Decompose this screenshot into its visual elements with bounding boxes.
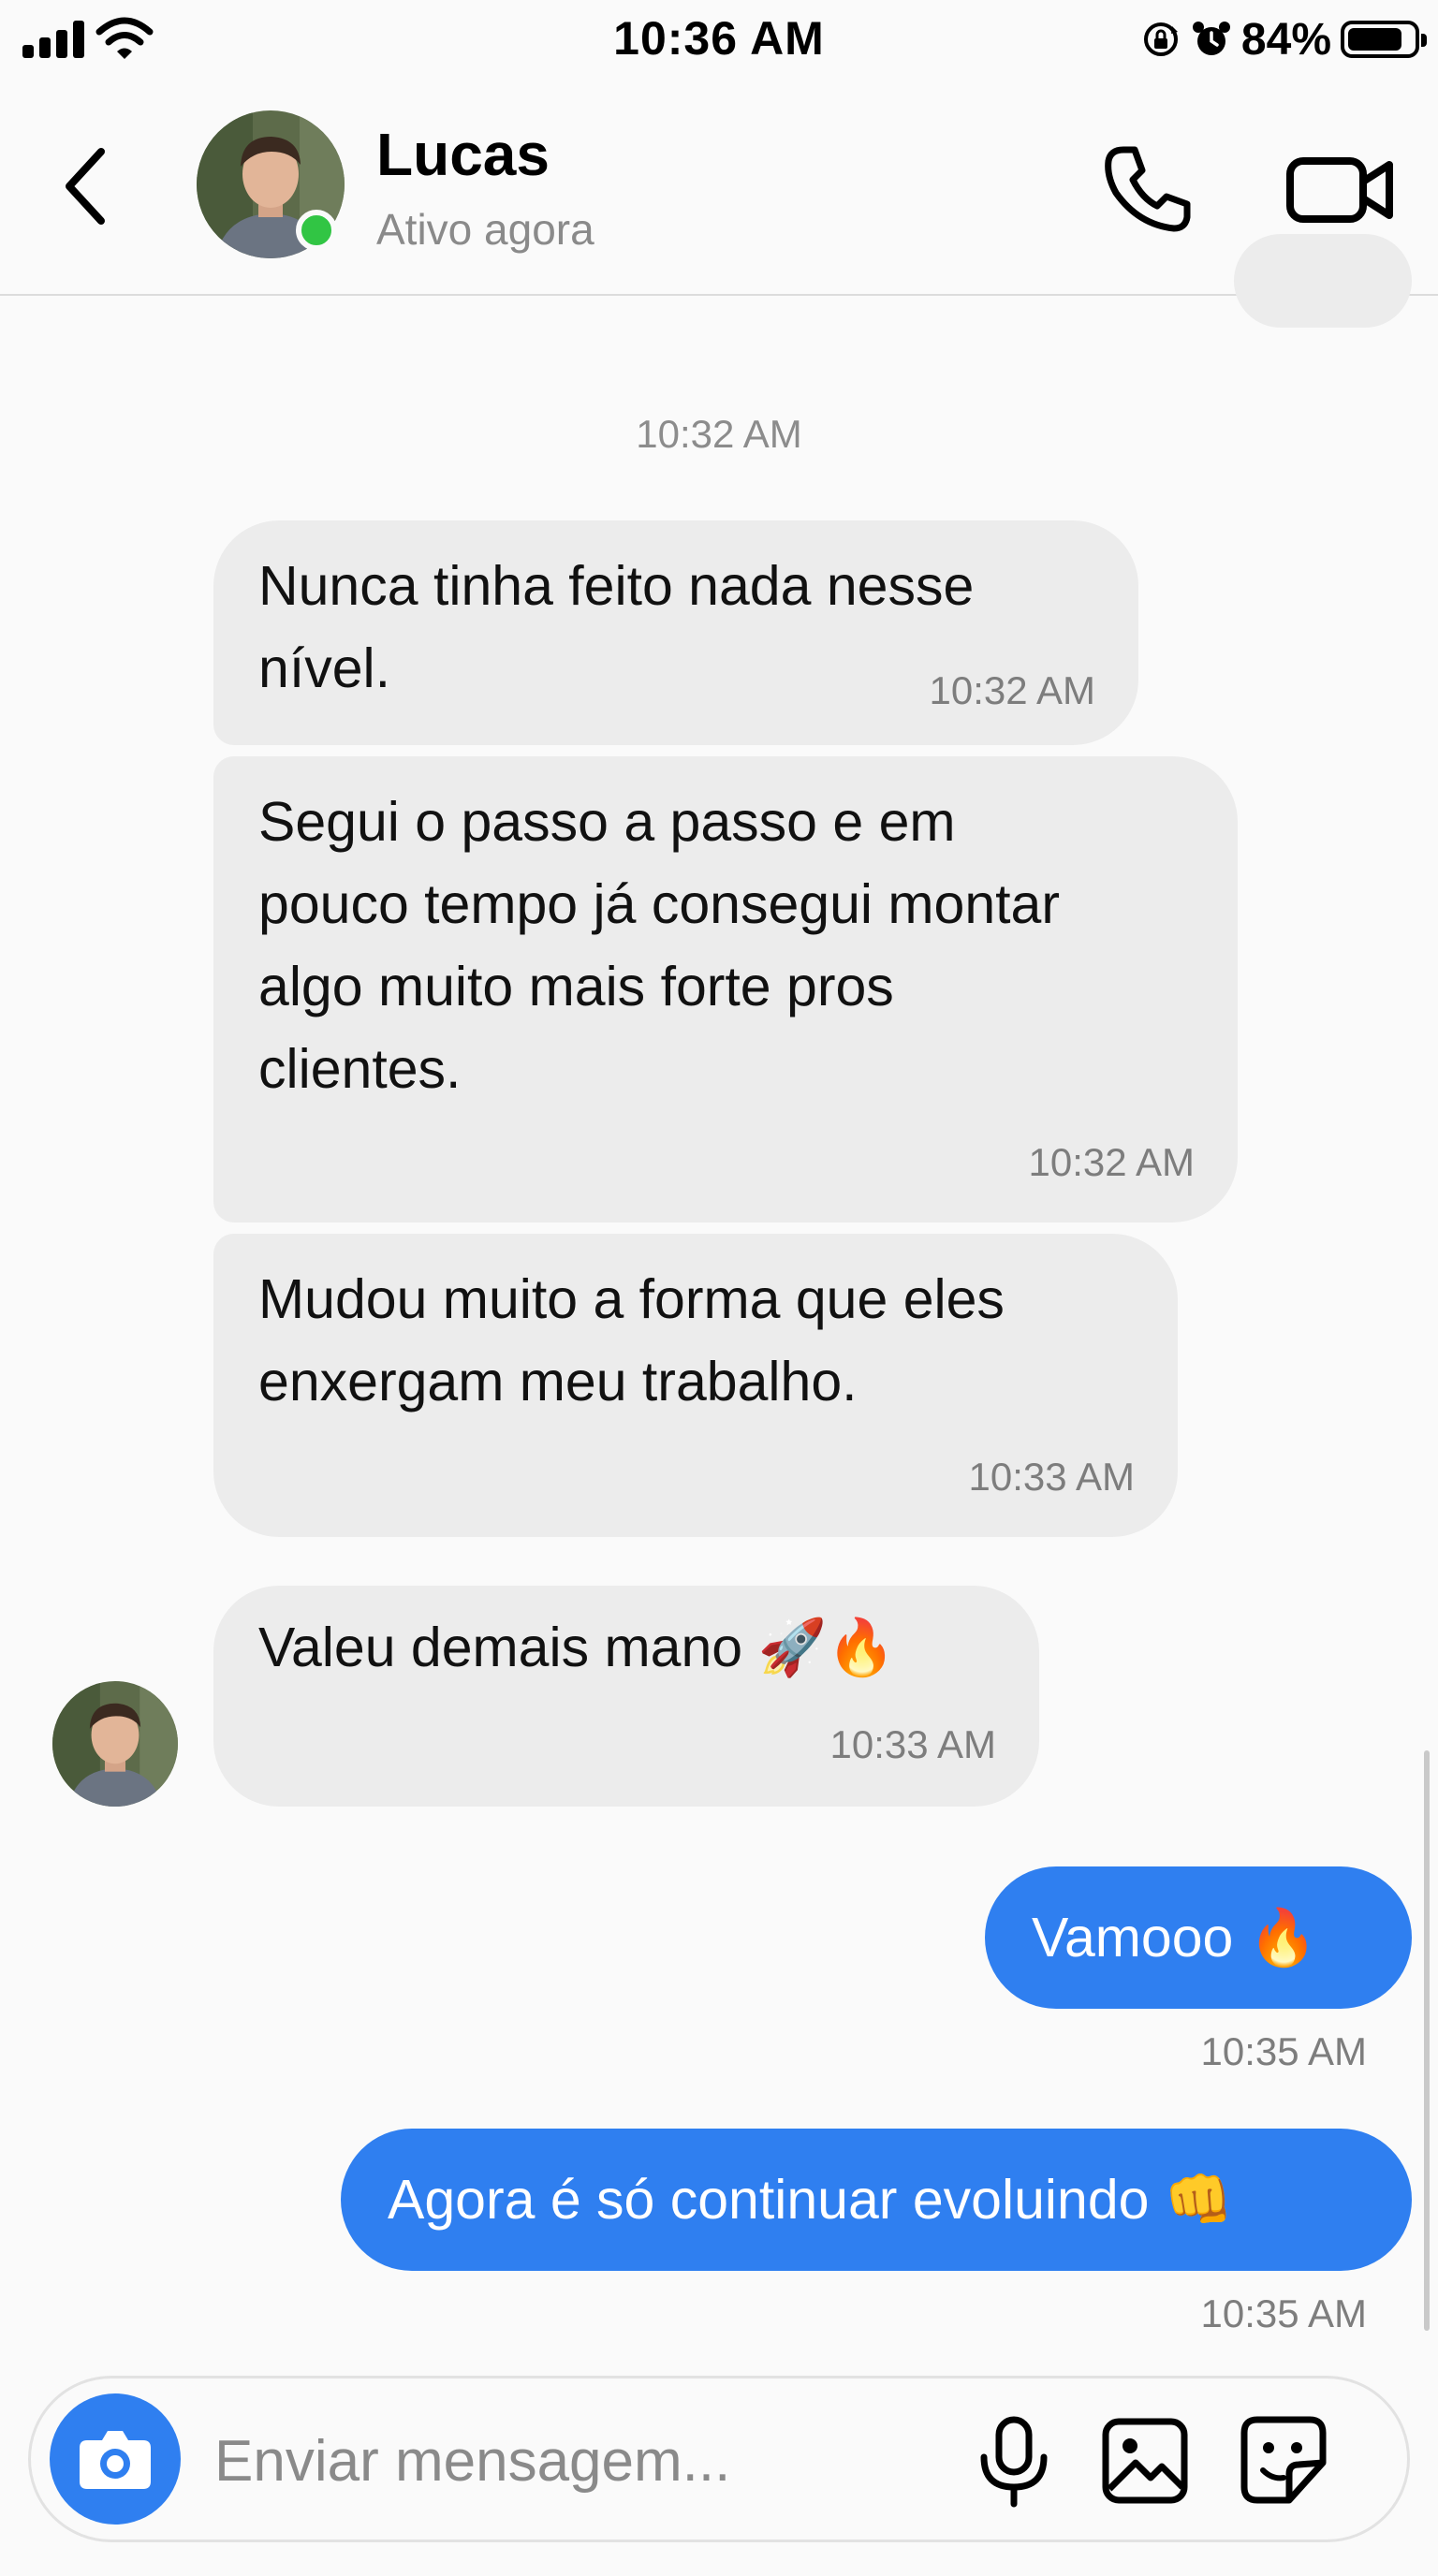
message-bubble-incoming[interactable]: Nunca tinha feito nada nesse nível. 10:3…: [213, 520, 1138, 745]
message-bubble-incoming[interactable]: Valeu demais mano 🚀🔥 10:33 AM: [213, 1586, 1039, 1807]
message-time: 10:33 AM: [968, 1455, 1135, 1499]
avatar[interactable]: [52, 1681, 178, 1807]
alarm-icon: [1192, 22, 1230, 55]
message-input[interactable]: [214, 2416, 814, 2506]
camera-icon: [80, 2431, 151, 2489]
message-bubble-incoming[interactable]: Segui o passo a passo e em pouco tempo j…: [213, 756, 1238, 1222]
online-indicator: [296, 210, 337, 251]
contact-status: Ativo agora: [376, 205, 594, 254]
camera-button[interactable]: [50, 2393, 181, 2525]
video-camera-icon[interactable]: [1284, 137, 1397, 240]
message-time: 10:33 AM: [829, 1722, 996, 1766]
scrollbar[interactable]: [1424, 1750, 1430, 2331]
image-icon[interactable]: [1098, 2412, 1192, 2510]
battery-percentage: 84%: [1240, 14, 1331, 65]
message-text: Mudou muito a forma que eles enxergam me…: [258, 1268, 1005, 1412]
message-time: 10:35 AM: [1200, 2291, 1367, 2335]
message-composer: [28, 2376, 1410, 2542]
message-bubble-outgoing[interactable]: Vamooo 🔥: [985, 1866, 1412, 2009]
phone-icon[interactable]: [1095, 137, 1198, 240]
sticker-icon[interactable]: [1237, 2412, 1330, 2510]
message-text: Valeu demais mano 🚀🔥: [258, 1617, 896, 1678]
chat-header: Lucas Ativo agora: [0, 82, 1438, 296]
message-text: Agora é só continuar evoluindo 👊: [388, 2168, 1234, 2231]
message-time: 10:32 AM: [929, 668, 1095, 712]
message-text: Segui o passo a passo e em pouco tempo j…: [258, 791, 1061, 1100]
orientation-lock-icon: [1143, 22, 1178, 56]
message-time: 10:35 AM: [1200, 2029, 1367, 2073]
message-text: Nunca tinha feito nada nesse nível.: [258, 555, 975, 699]
message-text: Vamooo 🔥: [1032, 1906, 1318, 1969]
message-group-time: 10:32 AM: [636, 412, 802, 456]
previous-message-bubble: [1234, 234, 1412, 328]
microphone-icon[interactable]: [967, 2412, 1061, 2510]
battery-icon: [1341, 21, 1427, 58]
chevron-left-icon[interactable]: [49, 135, 124, 238]
message-bubble-incoming[interactable]: Mudou muito a forma que eles enxergam me…: [213, 1234, 1178, 1537]
contact-name[interactable]: Lucas: [376, 120, 550, 189]
message-bubble-outgoing[interactable]: Agora é só continuar evoluindo 👊: [341, 2129, 1412, 2271]
status-bar: 10:36 AM 84%: [0, 0, 1438, 82]
message-time: 10:32 AM: [1028, 1140, 1195, 1184]
